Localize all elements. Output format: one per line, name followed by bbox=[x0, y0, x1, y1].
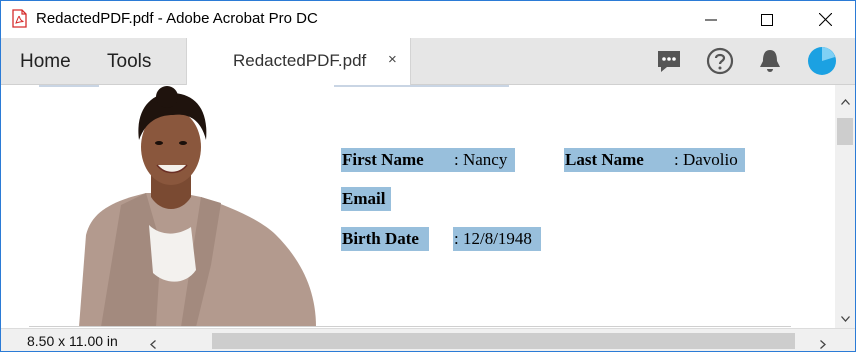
chevron-up-icon bbox=[840, 92, 850, 110]
page-bottom-edge bbox=[29, 326, 791, 327]
first-name-value: : Nancy bbox=[453, 148, 515, 172]
close-window-button[interactable] bbox=[795, 1, 855, 38]
document-tab[interactable]: RedactedPDF.pdf × bbox=[186, 38, 411, 85]
minimize-icon bbox=[705, 14, 717, 26]
chevron-down-icon bbox=[840, 309, 850, 327]
account-avatar-icon[interactable] bbox=[807, 46, 837, 76]
pdf-file-icon bbox=[12, 9, 27, 28]
vertical-scrollbar[interactable] bbox=[835, 85, 855, 328]
acrobat-window: RedactedPDF.pdf - Adobe Acrobat Pro DC H… bbox=[0, 0, 856, 352]
scroll-right-button[interactable] bbox=[820, 336, 826, 351]
tools-tab[interactable]: Tools bbox=[107, 51, 151, 73]
title-bar: RedactedPDF.pdf - Adobe Acrobat Pro DC bbox=[1, 1, 855, 38]
horizontal-scrollbar[interactable] bbox=[144, 329, 835, 351]
scroll-left-button[interactable] bbox=[150, 336, 156, 351]
last-name-value: : Davolio bbox=[673, 148, 745, 172]
horizontal-scroll-thumb[interactable] bbox=[212, 333, 795, 349]
notification-bell-icon[interactable] bbox=[755, 46, 785, 76]
chevron-left-icon bbox=[150, 336, 156, 351]
minimize-button[interactable] bbox=[681, 1, 741, 38]
maximize-icon bbox=[761, 13, 773, 26]
page-top-edge bbox=[334, 85, 509, 87]
scroll-down-button[interactable] bbox=[835, 308, 855, 328]
first-name-label: First Name bbox=[341, 148, 459, 172]
last-name-label: Last Name bbox=[564, 148, 682, 172]
birth-date-label: Birth Date bbox=[341, 227, 429, 251]
document-tab-label: RedactedPDF.pdf bbox=[233, 51, 367, 70]
page-size-readout: 8.50 x 11.00 in bbox=[27, 333, 118, 349]
maximize-button[interactable] bbox=[737, 1, 797, 38]
window-title: RedactedPDF.pdf - Adobe Acrobat Pro DC bbox=[36, 10, 318, 27]
comment-icon[interactable] bbox=[654, 46, 684, 76]
status-bar: 8.50 x 11.00 in bbox=[1, 328, 855, 351]
close-icon bbox=[818, 13, 832, 26]
scroll-up-button[interactable] bbox=[835, 91, 855, 111]
home-tab[interactable]: Home bbox=[20, 51, 71, 73]
birth-date-value: : 12/8/1948 bbox=[453, 227, 541, 251]
chevron-right-icon bbox=[820, 336, 826, 351]
email-label: Email bbox=[341, 187, 391, 211]
tab-close-button[interactable]: × bbox=[388, 51, 397, 68]
document-view[interactable]: First Name : Nancy Last Name : Davolio E… bbox=[1, 85, 835, 327]
help-icon[interactable] bbox=[705, 46, 735, 76]
vertical-scroll-thumb[interactable] bbox=[837, 118, 853, 145]
employee-photo bbox=[79, 86, 316, 327]
